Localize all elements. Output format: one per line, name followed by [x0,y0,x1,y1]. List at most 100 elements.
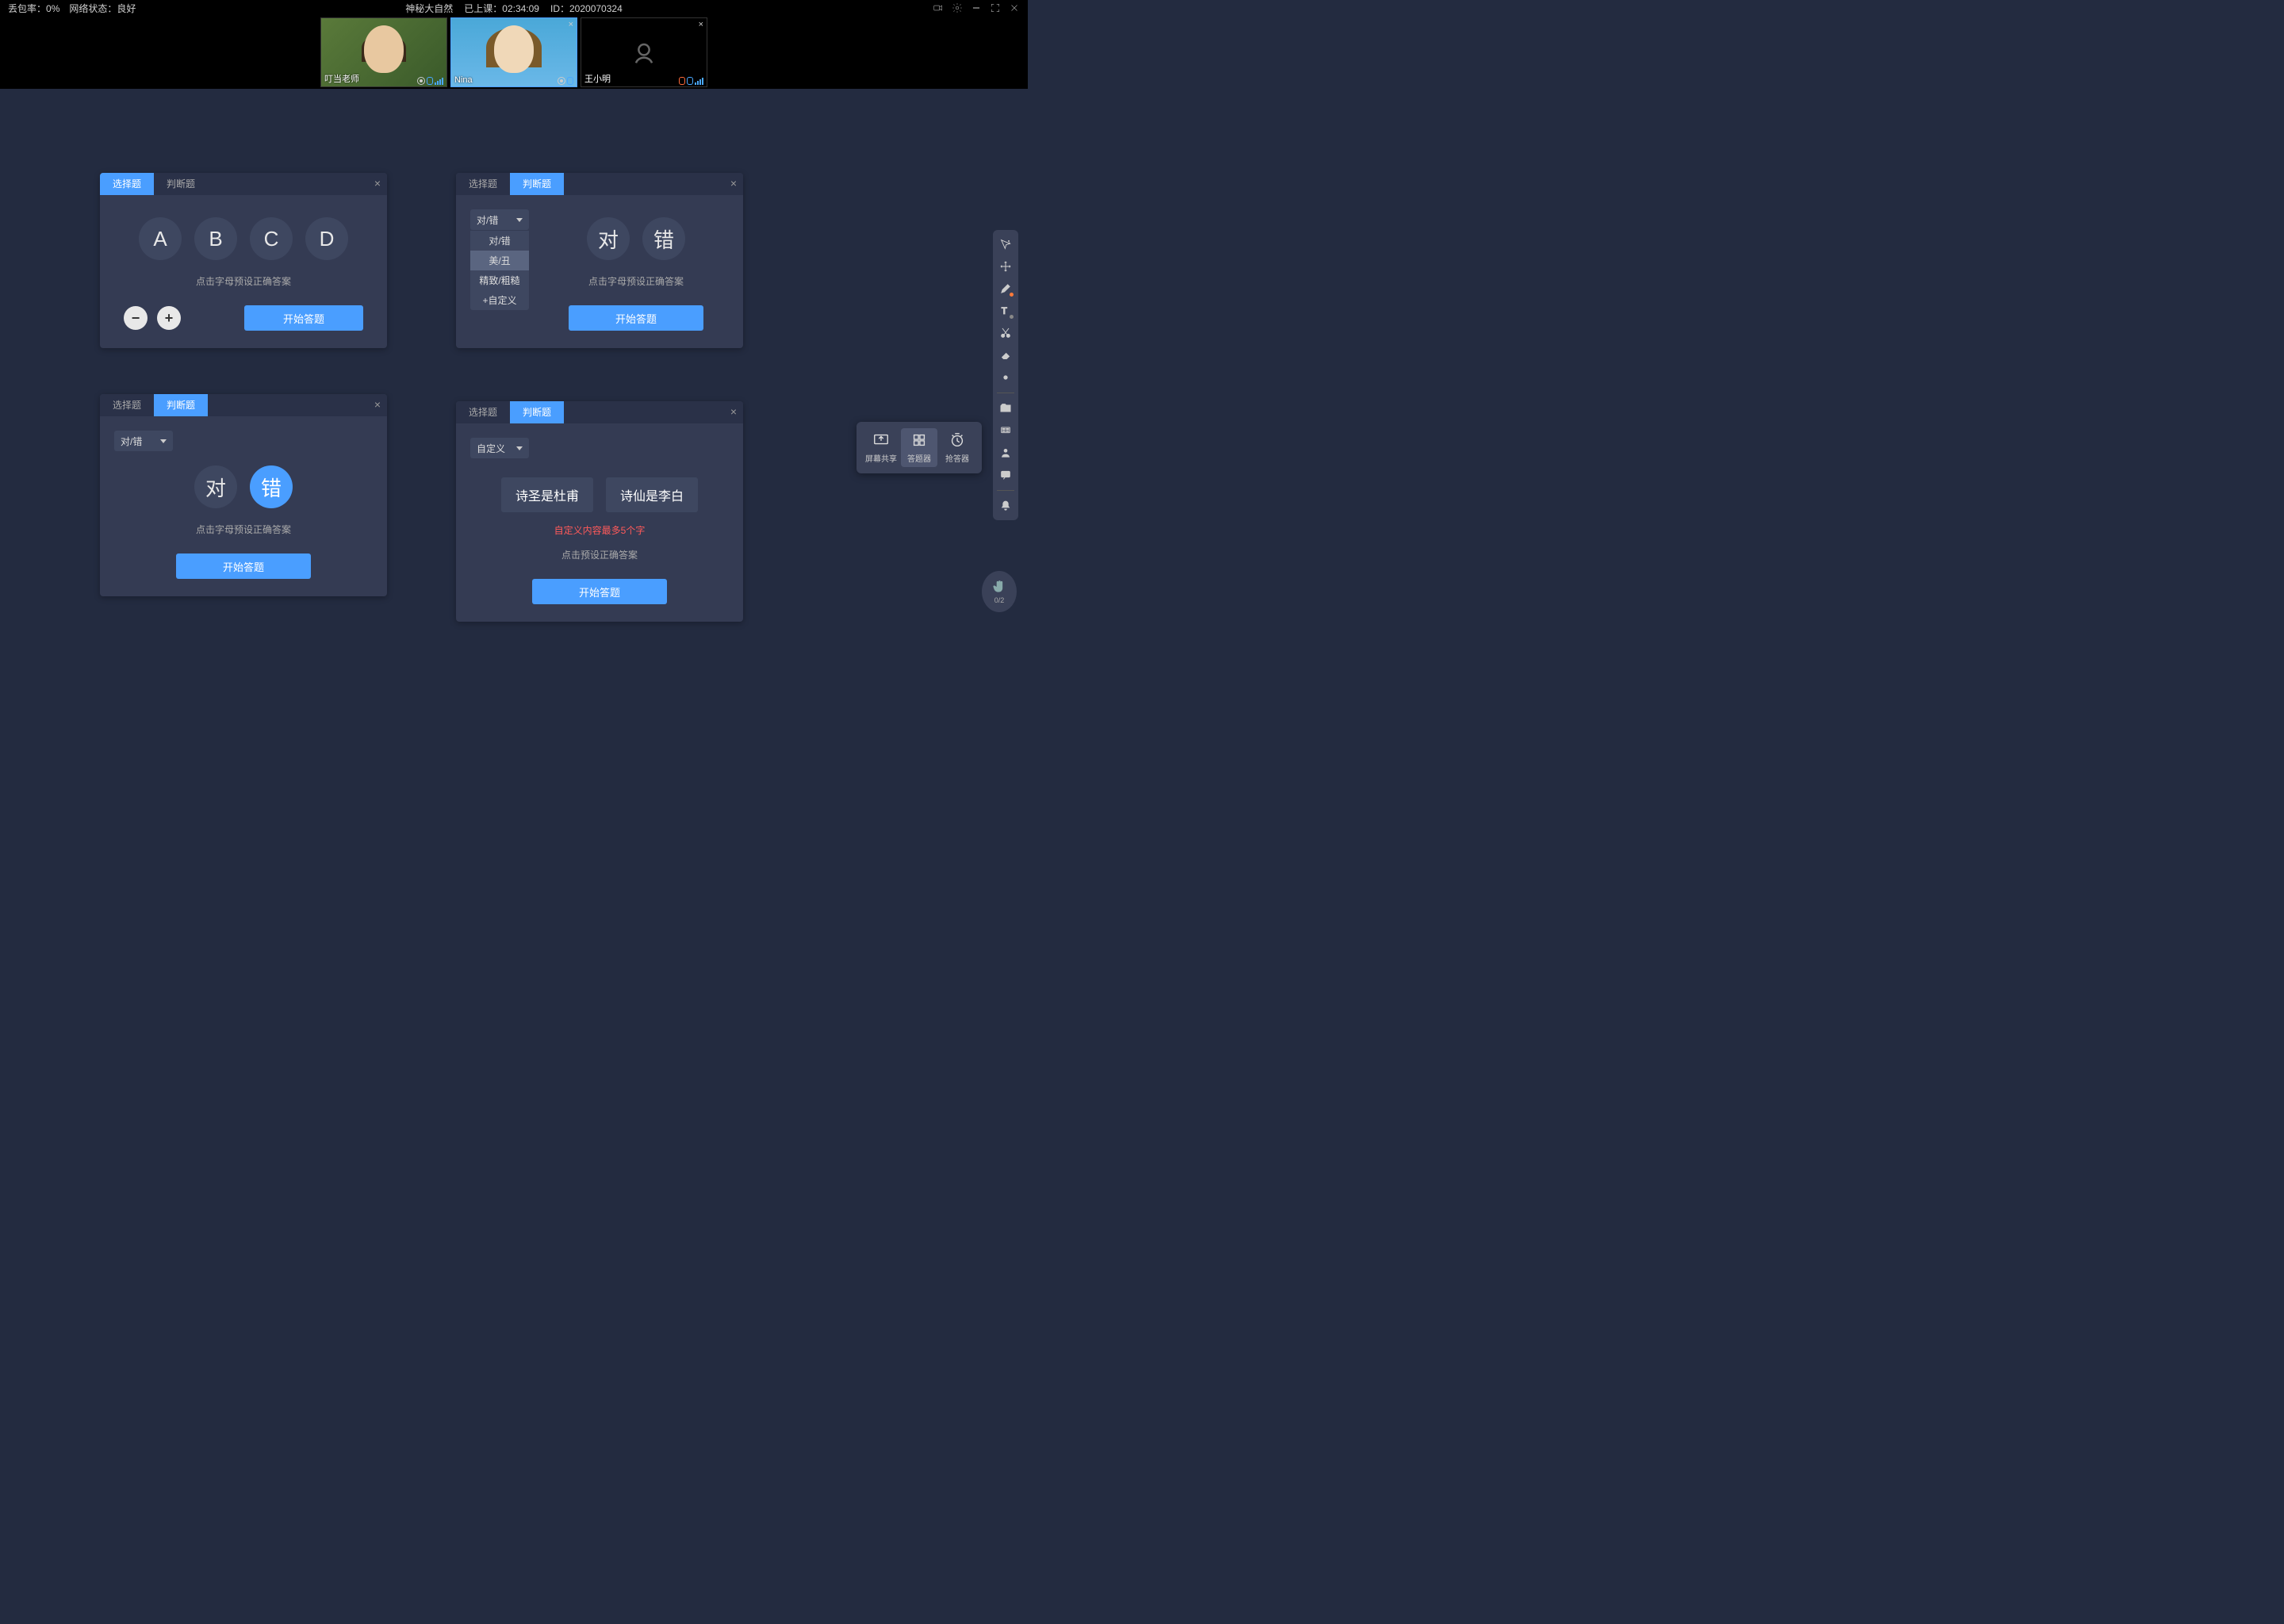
video-strip: 叮当老师 × Nina × 王小明 [0,16,1028,89]
tab-true-false[interactable]: 判断题 [510,173,564,195]
chevron-down-icon [516,218,523,222]
tf-type-dropdown[interactable]: 对/错 [114,431,173,451]
fullscreen-icon[interactable] [990,2,1001,13]
start-quiz-button[interactable]: 开始答题 [532,579,667,604]
right-toolbar: T [993,230,1018,520]
eraser-tool[interactable] [996,346,1015,365]
hint-text: 点击字母预设正确答案 [529,274,743,288]
tools-popup: 屏幕共享 答题器 抢答器 [856,422,982,473]
option-false[interactable]: 错 [250,465,293,508]
close-icon[interactable]: × [730,405,737,418]
option-a[interactable]: A [139,217,182,260]
camera-off-icon [628,36,660,68]
participant-name: Nina [454,75,473,85]
volume-bars [695,78,703,85]
start-quiz-button[interactable]: 开始答题 [244,305,363,331]
hint-text: 点击字母预设正确答案 [100,274,387,288]
pointer-tool[interactable] [996,235,1015,254]
tab-multiple-choice[interactable]: 选择题 [100,394,154,416]
buzzer-button[interactable]: 抢答器 [939,428,975,467]
files-tool[interactable] [996,399,1015,418]
option-true[interactable]: 对 [194,465,237,508]
tf-type-dropdown[interactable]: 对/错 对/错 美/丑 精致/粗糙 +自定义 [470,209,529,230]
duration-label: 已上课： [464,3,502,14]
hand-count: 0/2 [994,596,1005,604]
custom-option-2[interactable]: 诗仙是李白 [606,477,698,512]
hint-text: 点击字母预设正确答案 [100,523,387,536]
text-tool[interactable]: T [996,301,1015,320]
chevron-down-icon [516,446,523,450]
volume-bars [435,78,443,85]
raise-hand-button[interactable]: 0/2 [982,571,1017,612]
svg-text:T: T [1002,305,1008,316]
add-option-button[interactable]: + [157,306,181,330]
custom-option-1[interactable]: 诗圣是杜甫 [501,477,593,512]
tf-type-dropdown[interactable]: 自定义 [470,438,529,458]
participant-name: 王小明 [584,72,611,85]
video-tile-student[interactable]: × Nina [450,17,577,87]
close-icon[interactable] [1009,2,1020,13]
duration-value: 02:34:09 [502,3,539,14]
tab-multiple-choice[interactable]: 选择题 [456,401,510,423]
chat-tool[interactable] [996,465,1015,485]
mic-icon [567,77,573,85]
option-false[interactable]: 错 [642,217,685,260]
video-tile-camera-off[interactable]: × 王小明 [581,17,707,87]
participants-tool[interactable] [996,443,1015,462]
participant-name: 叮当老师 [324,72,359,85]
tab-true-false[interactable]: 判断题 [154,173,208,195]
start-quiz-button[interactable]: 开始答题 [176,553,311,579]
quiz-panel-mcq: 选择题 判断题 × A B C D 点击字母预设正确答案 − + 开始答题 [100,173,387,348]
video-tile-teacher[interactable]: 叮当老师 [320,17,447,87]
close-icon[interactable]: × [730,177,737,190]
option-c[interactable]: C [250,217,293,260]
dropdown-menu: 对/错 美/丑 精致/粗糙 +自定义 [470,231,529,310]
tab-multiple-choice[interactable]: 选择题 [100,173,154,195]
close-icon[interactable]: × [569,20,573,29]
dropdown-item[interactable]: 对/错 [470,231,529,251]
packet-loss-label: 丢包率： [8,3,46,14]
move-tool[interactable] [996,257,1015,276]
tab-true-false[interactable]: 判断题 [154,394,208,416]
start-quiz-button[interactable]: 开始答题 [569,305,703,331]
class-title: 神秘大自然 [405,2,453,15]
close-icon[interactable]: × [374,177,381,190]
option-b[interactable]: B [194,217,237,260]
quiz-button[interactable]: 答题器 [901,428,937,467]
option-true[interactable]: 对 [587,217,630,260]
camera-icon[interactable] [933,2,944,13]
minimize-icon[interactable] [971,2,982,13]
quiz-panel-tf-selected: 选择题 判断题 × 对/错 对 错 点击字母预设正确答案 开始答题 [100,394,387,596]
quiz-panel-custom: 选择题 判断题 × 自定义 诗圣是杜甫 诗仙是李白 自定义内容最多5个字 点击预… [456,401,743,622]
network-label: 网络状态： [69,3,117,14]
tab-true-false[interactable]: 判断题 [510,401,564,423]
mic-icon [427,77,433,85]
network-value: 良好 [117,3,136,14]
chevron-down-icon [160,439,167,443]
dropdown-item[interactable]: +自定义 [470,290,529,310]
hand-icon [991,579,1007,595]
cut-tool[interactable] [996,324,1015,343]
record-icon [558,77,565,85]
screen-share-button[interactable]: 屏幕共享 [863,428,899,467]
close-icon[interactable]: × [374,398,381,411]
close-icon[interactable]: × [699,20,703,29]
remove-option-button[interactable]: − [124,306,148,330]
error-text: 自定义内容最多5个字 [456,523,743,537]
dropdown-item[interactable]: 精致/粗糙 [470,270,529,290]
laser-tool[interactable] [996,368,1015,387]
quiz-panel-tf-dropdown: 选择题 判断题 × 对/错 对/错 美/丑 精致/粗糙 +自定义 对 错 点击字… [456,173,743,348]
gear-icon[interactable] [952,2,963,13]
pen-tool[interactable] [996,279,1015,298]
id-value: 2020070324 [569,3,623,14]
packet-loss-value: 0% [46,3,59,14]
tab-multiple-choice[interactable]: 选择题 [456,173,510,195]
record-icon [417,77,425,85]
option-d[interactable]: D [305,217,348,260]
dropdown-item[interactable]: 美/丑 [470,251,529,270]
top-bar: 丢包率：0% 网络状态：良好 神秘大自然 已上课：02:34:09 ID：202… [0,0,1028,16]
mic-muted-icon [679,77,685,85]
id-label: ID： [550,3,569,14]
bell-tool[interactable] [996,496,1015,515]
apps-tool[interactable] [996,421,1015,440]
